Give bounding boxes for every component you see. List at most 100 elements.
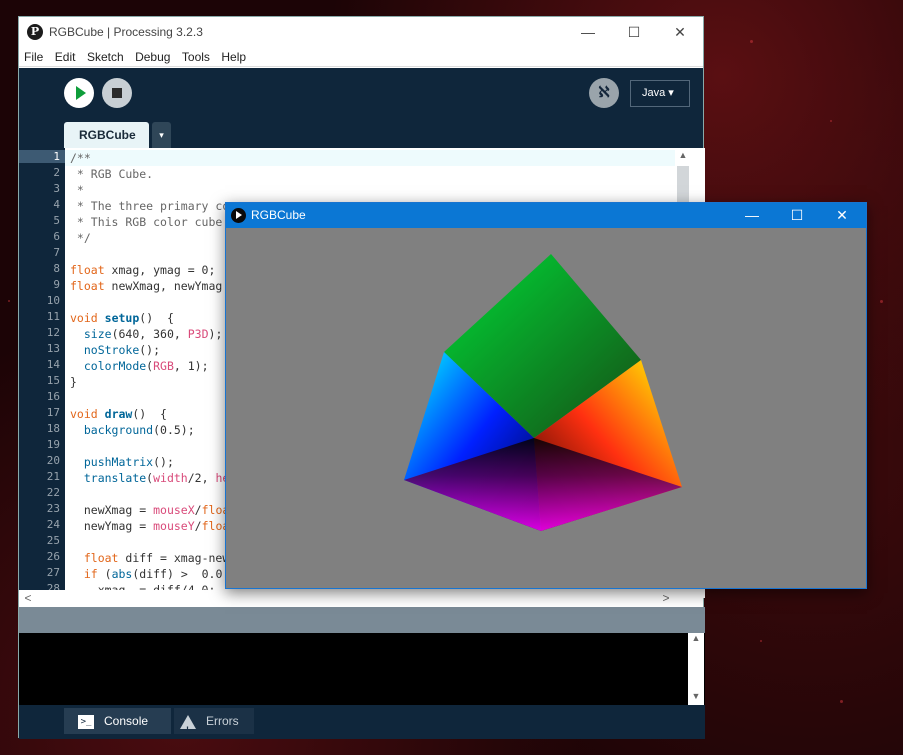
menu-tools[interactable]: Tools xyxy=(182,47,210,67)
scroll-up-icon[interactable]: ▲ xyxy=(689,633,703,643)
menu-debug[interactable]: Debug xyxy=(135,47,170,67)
background-speck xyxy=(830,120,832,122)
line-number: 1 xyxy=(19,150,65,163)
warning-icon xyxy=(180,714,196,743)
code-text: (640, 360, xyxy=(111,327,188,341)
scrollbar-thumb[interactable] xyxy=(677,166,689,206)
sketch-minimize-button[interactable]: — xyxy=(737,204,767,227)
background-speck xyxy=(8,300,10,302)
close-button[interactable]: ✕ xyxy=(666,21,694,43)
code-text: ); xyxy=(208,327,223,341)
console-scrollbar[interactable]: ▲ ▼ xyxy=(688,633,704,705)
code-line: background(0.5); xyxy=(70,422,195,438)
maximize-button[interactable]: ☐ xyxy=(620,21,648,43)
code-line: size(640, 360, P3D); xyxy=(70,326,223,342)
line-number: 13 xyxy=(46,342,60,355)
scroll-right-icon[interactable]: > xyxy=(659,591,673,605)
code-keyword: void xyxy=(70,407,98,421)
code-line: newYmag = mouseY/floa xyxy=(70,518,229,534)
line-number: 26 xyxy=(46,550,60,563)
scroll-down-icon[interactable]: ▼ xyxy=(689,691,703,701)
code-function: pushMatrix xyxy=(83,455,154,469)
editor-horizontal-scrollbar[interactable]: < > xyxy=(19,590,691,606)
minimize-button[interactable]: — xyxy=(574,21,602,43)
tab-rgbcube[interactable]: RGBCube xyxy=(64,122,149,148)
tab-console[interactable]: >_ Console xyxy=(64,708,171,734)
code-text: (diff) > 0.0 xyxy=(132,567,223,581)
code-text: (); xyxy=(139,343,161,357)
line-number: 4 xyxy=(53,198,60,211)
scroll-left-icon[interactable]: < xyxy=(21,591,35,605)
line-number: 23 xyxy=(46,502,60,515)
current-line-highlight xyxy=(65,150,675,166)
code-line: } xyxy=(70,375,77,389)
code-line: void setup() { xyxy=(70,310,174,326)
code-text: / xyxy=(194,519,202,533)
line-number: 16 xyxy=(46,390,60,403)
code-function: translate xyxy=(83,471,147,485)
code-line: * RGB Cube. xyxy=(70,167,154,181)
code-keyword: float xyxy=(83,551,119,565)
sketch-maximize-button[interactable]: ☐ xyxy=(782,204,812,227)
code-function: colorMode xyxy=(83,359,147,373)
tab-errors-label: Errors xyxy=(206,714,239,728)
sketch-title: RGBCube xyxy=(251,208,306,222)
code-text: (); xyxy=(153,455,174,469)
code-constant: mouseY xyxy=(153,519,195,533)
line-number: 10 xyxy=(46,294,60,307)
sketch-close-button[interactable]: ✕ xyxy=(827,204,857,227)
rgb-cube-render xyxy=(404,254,682,531)
line-number: 5 xyxy=(53,214,60,227)
sketch-window: RGBCube — ☐ ✕ xyxy=(225,202,867,589)
editor-tabs: RGBCube ▾ xyxy=(19,118,703,148)
code-keyword: void xyxy=(70,311,98,325)
code-function: setup xyxy=(104,311,140,325)
scroll-up-icon[interactable]: ▲ xyxy=(676,150,690,160)
line-number: 18 xyxy=(46,422,60,435)
code-text: , 1); xyxy=(173,359,209,373)
run-button[interactable] xyxy=(64,78,94,108)
menu-sketch[interactable]: Sketch xyxy=(87,47,124,67)
code-line: pushMatrix(); xyxy=(70,454,174,470)
processing-logo-icon: P xyxy=(27,24,43,40)
code-text: (0.5); xyxy=(153,423,195,437)
line-number: 25 xyxy=(46,534,60,547)
menu-edit[interactable]: Edit xyxy=(55,47,76,67)
ide-titlebar[interactable]: P RGBCube | Processing 3.2.3 — ☐ ✕ xyxy=(19,17,703,47)
menu-help[interactable]: Help xyxy=(221,47,246,67)
code-line: float newXmag, newYmag xyxy=(70,278,222,294)
code-text: / xyxy=(194,503,202,517)
line-number: 8 xyxy=(53,262,60,275)
sketch-titlebar[interactable]: RGBCube — ☐ ✕ xyxy=(226,203,866,228)
code-text: () { xyxy=(132,407,167,421)
code-text: /2, xyxy=(187,471,216,485)
code-line: colorMode(RGB, 1); xyxy=(70,358,209,374)
line-number: 3 xyxy=(53,182,60,195)
tab-errors[interactable]: Errors xyxy=(174,708,254,743)
line-number: 14 xyxy=(46,358,60,371)
line-number: 6 xyxy=(53,230,60,243)
stop-button[interactable] xyxy=(102,78,132,108)
debugger-icon[interactable]: ℵ xyxy=(589,78,619,108)
line-number: 20 xyxy=(46,454,60,467)
code-text: newXmag, newYmag xyxy=(104,279,223,293)
mode-selector[interactable]: Java ▾ xyxy=(630,80,690,107)
background-speck xyxy=(840,700,843,703)
line-number-gutter: 1 2 3 4 5 6 7 8 9 10 11 12 13 14 15 16 1… xyxy=(19,148,65,598)
code-function: draw xyxy=(104,407,133,421)
menu-bar: File Edit Sketch Debug Tools Help xyxy=(19,47,703,67)
menu-file[interactable]: File xyxy=(24,47,43,67)
background-speck xyxy=(880,300,883,303)
code-line: /** xyxy=(70,151,91,165)
tab-menu-button[interactable]: ▾ xyxy=(152,122,171,148)
sketch-canvas[interactable] xyxy=(226,228,866,588)
console-output[interactable]: ▲ ▼ xyxy=(19,633,705,705)
code-keyword: float xyxy=(70,263,105,277)
line-number: 24 xyxy=(46,518,60,531)
code-constant: mouseX xyxy=(153,503,195,517)
code-keyword: float xyxy=(70,279,105,293)
code-line: float diff = xmag-new xyxy=(70,550,229,566)
code-function: size xyxy=(83,327,112,341)
code-line: * The three primary co xyxy=(70,199,230,213)
line-number: 2 xyxy=(53,166,60,179)
